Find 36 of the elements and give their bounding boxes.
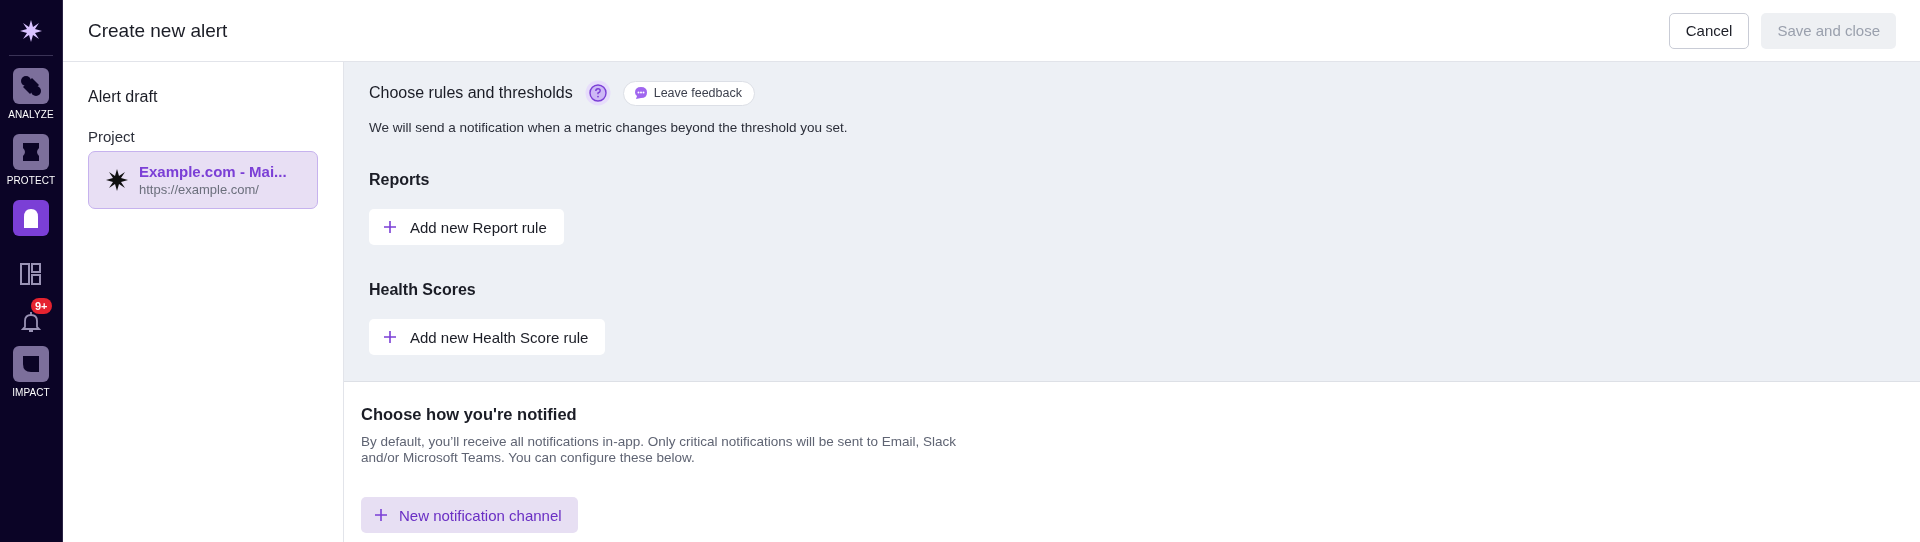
group-title: Reports [369, 171, 431, 189]
sidebar-item[interactable]: IMPACT [12, 346, 50, 398]
project-url: https://example.com/ [139, 182, 260, 197]
section-description: By default, you’ll receive all notifications in-app. Only critical notifications will be sent to Email, Slack and/or Microsoft Teams. You can configure these below. [361, 434, 957, 466]
group-title: Health Scores [369, 281, 477, 299]
plus-icon [384, 331, 396, 343]
section-title: Choose rules and thresholds [369, 84, 573, 102]
section-description: We will send a notification when a metric changes beyond the threshold you set. [369, 120, 849, 135]
section-title: Choose how you're notified [361, 405, 578, 424]
layout-icon [19, 262, 43, 286]
add-rule-button[interactable]: Add new Report rule [369, 209, 564, 245]
sidebar-item[interactable]: ANALYZE [8, 68, 54, 120]
hourglass-icon [13, 134, 49, 170]
field-label: Project [88, 128, 136, 145]
panel-heading: Alert draft [88, 88, 159, 106]
project-name: Example.com - Mai... [139, 163, 287, 180]
help-icon [584, 80, 611, 106]
leaf-icon [13, 346, 49, 382]
feedback-button[interactable]: Leave feedback [622, 80, 755, 106]
new-channel-button[interactable]: New notification channel [361, 497, 578, 533]
link-icon [13, 68, 49, 104]
arch-icon [13, 200, 49, 236]
cancel-button[interactable]: Cancel [1668, 12, 1750, 49]
page-title: Create new alert [88, 19, 228, 42]
plus-icon [375, 509, 387, 521]
chat-icon [633, 86, 648, 100]
sidebar-item[interactable]: 9+ [7, 298, 55, 338]
logo-icon [19, 19, 43, 43]
sidebar-item[interactable]: PROTECT [6, 134, 56, 186]
notification-badge: 9+ [31, 298, 52, 314]
sidebar-item[interactable] [13, 200, 49, 236]
project-card[interactable]: Example.com - Mai... https://example.com/ [88, 151, 318, 209]
logo-icon [105, 168, 129, 192]
plus-icon [384, 221, 396, 233]
bell-icon [19, 310, 43, 334]
add-rule-button[interactable]: Add new Health Score rule [369, 319, 606, 355]
